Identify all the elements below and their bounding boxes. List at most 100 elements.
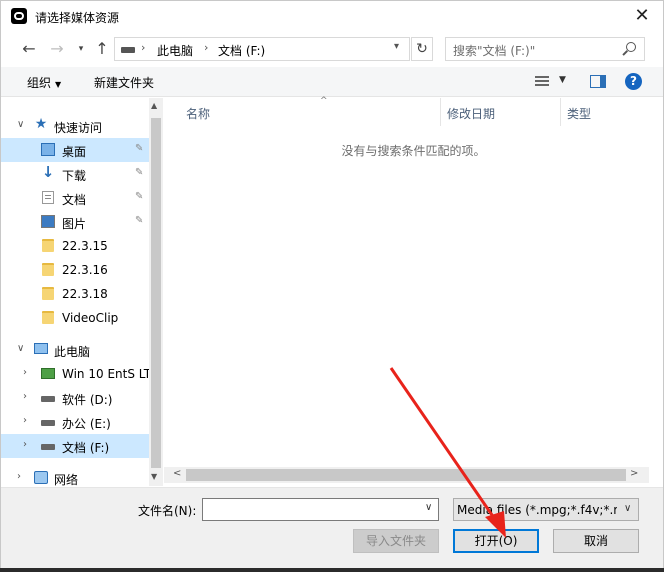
cancel-button[interactable]: 取消 [553,529,639,553]
scroll-right-icon[interactable]: > [630,468,638,479]
column-header-label: 修改日期 [447,107,496,121]
app-logo-icon [11,8,27,24]
nav-item-folder-22-3-16[interactable]: 22.3.16 [1,258,149,282]
command-toolbar: 组织 ▼ 新建文件夹 ▼ ? [1,67,663,97]
expand-chevron-icon[interactable]: ∨ [17,343,24,354]
scrollbar-thumb[interactable] [186,469,626,481]
nav-scrollbar[interactable]: ▲ ▼ [149,98,163,486]
column-header-label: 名称 [186,107,211,121]
search-placeholder: 搜索"文档 (F:)" [453,44,536,58]
pin-icon[interactable]: ✎ [135,167,143,178]
import-folder-button[interactable]: 导入文件夹 [353,529,439,553]
nav-network[interactable]: › 网络 [1,466,149,486]
expand-chevron-icon[interactable]: › [23,367,27,378]
view-options-icon[interactable] [535,76,549,88]
drive-icon [41,420,55,426]
up-arrow-icon[interactable]: ↑ [92,39,112,59]
nav-label: 快速访问 [54,121,103,135]
nav-item-downloads[interactable]: ↓ 下载 ✎ [1,162,149,186]
scroll-down-icon[interactable]: ▼ [151,472,157,481]
computer-icon [34,343,48,354]
title-bar: 请选择媒体资源 ✕ [1,1,663,31]
breadcrumb-drive-f[interactable]: 文档 (F:) [218,42,265,59]
expand-chevron-icon[interactable]: › [17,471,21,482]
nav-item-documents[interactable]: 文档 ✎ [1,186,149,210]
window-title: 请选择媒体资源 [35,11,120,25]
recent-chevron-down-icon[interactable]: ▾ [71,39,91,59]
chevron-down-icon: ▼ [55,80,62,89]
chevron-down-icon: ∨ [624,503,632,514]
back-arrow-icon[interactable]: ← [19,39,39,59]
nav-label: 22.3.16 [62,263,108,277]
nav-item-folder-22-3-18[interactable]: 22.3.18 [1,282,149,306]
expand-chevron-icon[interactable]: › [23,391,27,402]
nav-label: 文档 [62,193,87,207]
nav-label: 此电脑 [54,345,91,359]
navigation-pane: ∨ ★ 快速访问 桌面 ✎ ↓ 下载 ✎ 文档 ✎ 图片 ✎ 22.3.15 2… [1,98,163,486]
desktop-background [0,568,664,572]
close-icon[interactable]: ✕ [627,3,657,29]
nav-label: 桌面 [62,145,87,159]
nav-this-pc[interactable]: ∨ 此电脑 [1,338,149,362]
nav-item-folder-videoclip[interactable]: VideoClip [1,306,149,330]
nav-label: 文档 (F:) [62,441,110,455]
folder-icon [42,311,54,324]
scroll-up-icon[interactable]: ▲ [151,101,157,110]
nav-drive-win10[interactable]: › Win 10 EntS LT [1,362,152,386]
list-horizontal-scrollbar[interactable]: < > [164,467,649,483]
nav-drive-f[interactable]: › 文档 (F:) [1,434,149,458]
expand-chevron-icon[interactable]: ∨ [17,119,24,130]
nav-item-pictures[interactable]: 图片 ✎ [1,210,149,234]
nav-label: Win 10 EntS LT [62,367,152,381]
search-icon [626,42,636,52]
scrollbar-thumb[interactable] [151,118,161,468]
nav-item-folder-22-3-15[interactable]: 22.3.15 [1,234,149,258]
organize-label: 组织 [27,76,52,90]
forward-arrow-icon[interactable]: → [47,39,67,59]
pictures-icon [41,215,55,228]
network-drive-icon [41,368,55,379]
filename-label: 文件名(N): [138,504,197,518]
refresh-icon[interactable]: ↻ [411,37,433,61]
search-input[interactable]: 搜索"文档 (F:)" [445,37,645,61]
preview-pane-icon[interactable] [590,75,606,88]
drive-icon [121,47,135,53]
help-icon[interactable]: ? [625,73,642,90]
column-header-type[interactable]: 类型 [561,98,651,126]
address-bar[interactable]: › 此电脑 › 文档 (F:) ▾ [114,37,410,61]
network-icon [34,471,48,484]
nav-quick-access[interactable]: ∨ ★ 快速访问 [1,114,149,138]
breadcrumb-this-pc[interactable]: 此电脑 [157,42,193,59]
filename-input[interactable]: ∨ [202,498,439,521]
nav-drive-e[interactable]: › 办公 (E:) [1,410,149,434]
pin-icon[interactable]: ✎ [135,143,143,154]
open-button[interactable]: 打开(O) [453,529,539,553]
star-icon: ★ [34,116,48,132]
nav-drive-d[interactable]: › 软件 (D:) [1,386,149,410]
filetype-value: Media files (*.mpg;*.f4v;*.mo [457,503,617,517]
document-icon [42,191,54,204]
expand-chevron-icon[interactable]: › [23,439,27,450]
nav-label: 办公 (E:) [62,417,111,431]
empty-message: 没有与搜索条件匹配的项。 [341,144,486,158]
nav-label: 软件 (D:) [62,393,113,407]
pin-icon[interactable]: ✎ [135,215,143,226]
nav-label: 下载 [62,169,87,183]
nav-label: 图片 [62,217,87,231]
column-header-date[interactable]: 修改日期 [441,98,561,126]
drive-icon [41,396,55,402]
chevron-down-icon[interactable]: ∨ [425,502,432,513]
scroll-left-icon[interactable]: < [173,468,181,479]
chevron-down-icon[interactable]: ▼ [559,75,566,85]
new-folder-button[interactable]: 新建文件夹 [94,74,154,91]
column-header-name[interactable]: ^ 名称 [180,96,441,126]
nav-label: 网络 [54,473,79,486]
organize-button[interactable]: 组织 ▼ [27,74,61,91]
filetype-select[interactable]: Media files (*.mpg;*.f4v;*.mo ∨ [453,498,639,521]
file-open-dialog: 请选择媒体资源 ✕ ← → ▾ ↑ › 此电脑 › 文档 (F:) ▾ ↻ 搜索… [0,0,664,569]
expand-chevron-icon[interactable]: › [23,415,27,426]
nav-item-desktop[interactable]: 桌面 ✎ [1,138,149,162]
pin-icon[interactable]: ✎ [135,191,143,202]
nav-label: 22.3.18 [62,287,108,301]
chevron-down-icon[interactable]: ▾ [394,41,399,52]
